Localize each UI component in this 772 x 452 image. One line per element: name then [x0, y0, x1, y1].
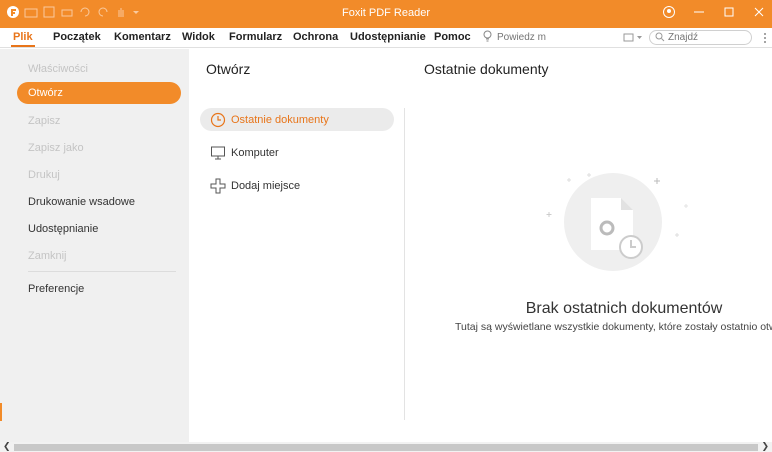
scrollbar-thumb[interactable]	[14, 444, 758, 451]
tab-formularz[interactable]: Formularz	[229, 31, 282, 43]
nav-zamknij[interactable]: Zamknij	[17, 245, 181, 267]
nav-wlasciwosci[interactable]: Właściwości	[17, 58, 181, 80]
add-place-icon	[210, 178, 226, 194]
find-box	[649, 30, 752, 45]
open-option-label: Ostatnie dokumenty	[231, 113, 329, 126]
horizontal-scrollbar[interactable]: ❮ ❯	[0, 441, 772, 452]
find-options-icon[interactable]	[622, 30, 644, 45]
scroll-left-icon[interactable]: ❮	[3, 441, 11, 452]
tell-me-box	[482, 30, 552, 45]
recent-title: Ostatnie dokumenty	[424, 61, 549, 77]
scroll-right-icon[interactable]: ❯	[761, 441, 769, 452]
empty-heading: Brak ostatnich dokumentów	[525, 300, 723, 317]
tab-ochrona[interactable]: Ochrona	[293, 31, 338, 43]
tab-plik[interactable]: Plik	[11, 31, 35, 47]
close-icon[interactable]	[752, 5, 766, 19]
nav-zapisz[interactable]: Zapisz	[17, 110, 181, 132]
panel-edge-marker	[0, 403, 2, 421]
nav-divider	[28, 271, 176, 272]
clock-icon	[210, 112, 226, 128]
nav-udostepnianie[interactable]: Udostępnianie	[17, 218, 181, 240]
empty-documents-illustration	[536, 168, 696, 288]
search-icon	[655, 31, 665, 45]
open-panel: Otwórz Ostatnie dokumenty Komputer Dodaj…	[189, 49, 405, 442]
account-icon[interactable]	[662, 5, 676, 19]
nav-zapisz-jako[interactable]: Zapisz jako	[17, 137, 181, 159]
nav-otworz[interactable]: Otwórz	[17, 82, 181, 104]
nav-drukowanie-wsadowe[interactable]: Drukowanie wsadowe	[17, 191, 181, 213]
window-title: Foxit PDF Reader	[341, 7, 431, 19]
nav-preferencje[interactable]: Preferencje	[17, 278, 181, 300]
minimize-icon[interactable]	[692, 5, 706, 19]
window-controls	[662, 5, 766, 19]
open-option-label: Dodaj miejsce	[231, 179, 301, 192]
tell-me-input[interactable]	[497, 32, 549, 43]
tab-pomoc[interactable]: Pomoc	[434, 31, 471, 43]
lightbulb-icon	[482, 30, 493, 45]
open-option-computer[interactable]: Komputer	[200, 141, 394, 164]
tab-poczatek[interactable]: Początek	[53, 31, 101, 43]
more-options-icon[interactable]	[762, 32, 768, 44]
open-option-add-place[interactable]: Dodaj miejsce	[200, 174, 394, 197]
tab-widok[interactable]: Widok	[182, 31, 215, 43]
open-option-label: Komputer	[231, 146, 279, 159]
column-divider	[404, 108, 405, 420]
empty-description: Tutaj są wyświetlane wszystkie dokumenty…	[455, 321, 772, 333]
monitor-icon	[210, 145, 226, 161]
tab-udostepnianie[interactable]: Udostępnianie	[350, 31, 426, 43]
tab-komentarz[interactable]: Komentarz	[114, 31, 171, 43]
maximize-icon[interactable]	[722, 5, 736, 19]
ribbon-tabs: Plik Początek Komentarz Widok Formularz …	[0, 28, 772, 48]
open-title: Otwórz	[206, 61, 251, 77]
title-bar: Foxit PDF Reader	[0, 0, 772, 28]
nav-drukuj[interactable]: Drukuj	[17, 164, 181, 186]
find-input[interactable]	[668, 32, 748, 43]
open-option-recent[interactable]: Ostatnie dokumenty	[200, 108, 394, 131]
backstage-nav: Właściwości Otwórz Zapisz Zapisz jako Dr…	[0, 49, 189, 442]
